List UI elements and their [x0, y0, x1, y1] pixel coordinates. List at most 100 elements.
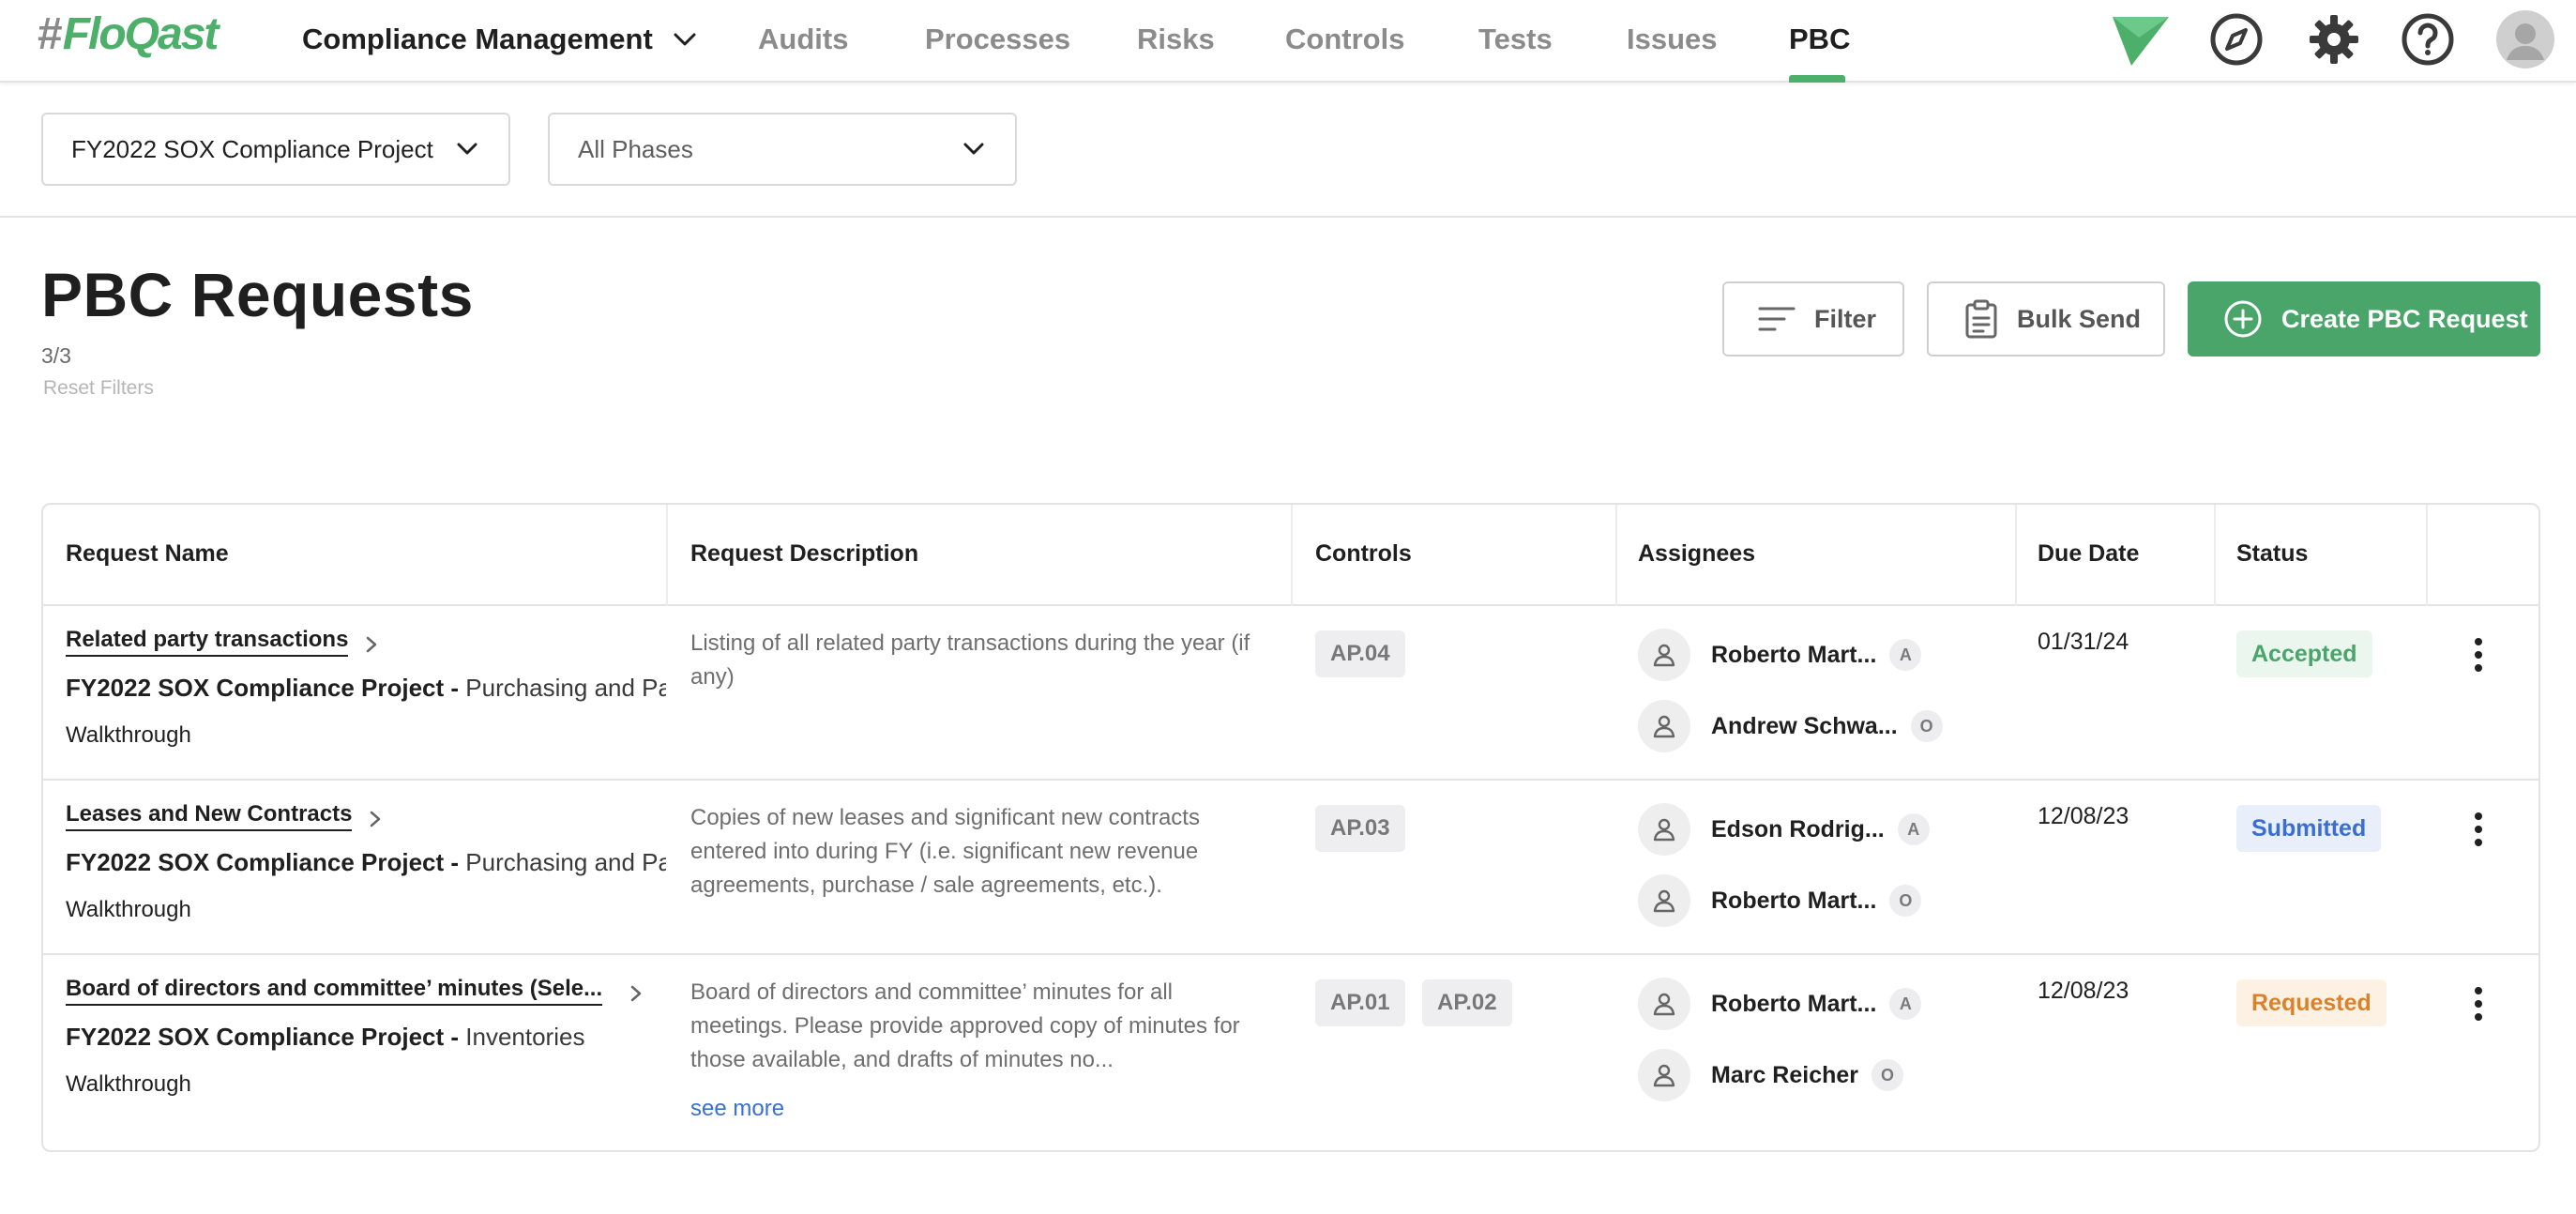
column-separator: [2015, 505, 2017, 606]
column-separator: [1291, 505, 1293, 606]
clipboard-icon: [1965, 299, 1997, 339]
chevron-down-icon: [963, 143, 984, 155]
filter-button[interactable]: Filter: [1722, 281, 1904, 357]
request-description: Copies of new leases and significant new…: [690, 805, 1200, 898]
assignee[interactable]: Roberto Mart... A: [1638, 629, 1922, 681]
chevron-right-icon[interactable]: [368, 809, 383, 829]
request-name-link[interactable]: Related party transactions: [66, 627, 349, 657]
request-process: Purchasing and Payables: [465, 848, 666, 876]
bulk-send-button-label: Bulk Send: [2017, 304, 2142, 333]
request-description: Board of directors and committee’ minute…: [690, 979, 1240, 1072]
assignee-name: Andrew Schwa...: [1711, 712, 1898, 739]
assignee-role-badge: O: [1889, 885, 1922, 917]
assignee[interactable]: Andrew Schwa... O: [1638, 700, 1943, 752]
see-more-link[interactable]: see more: [690, 1096, 784, 1122]
header-controls[interactable]: Controls: [1315, 540, 1412, 568]
chevron-down-icon: [457, 143, 477, 155]
assignee-name: Roberto Mart...: [1711, 887, 1877, 914]
filter-lines-icon: [1758, 307, 1796, 331]
assignee-role-badge: O: [1871, 1059, 1904, 1091]
create-pbc-request-label: Create PBC Request: [2281, 304, 2528, 333]
create-pbc-request-button[interactable]: Create PBC Request: [2188, 281, 2540, 357]
header-request-description[interactable]: Request Description: [690, 540, 918, 568]
due-date: 01/31/24: [2038, 629, 2129, 655]
header-status[interactable]: Status: [2236, 540, 2308, 568]
module-switcher[interactable]: Compliance Management: [302, 17, 653, 62]
more-vertical-icon[interactable]: [2469, 636, 2488, 674]
assignee-role-badge: O: [1910, 710, 1943, 742]
table-header: Request Name Request Description Control…: [43, 505, 2538, 606]
request-process: Inventories: [465, 1023, 585, 1051]
top-nav: # FloQast Compliance Management Audits P…: [0, 0, 2576, 83]
control-chip[interactable]: AP.03: [1315, 805, 1405, 852]
phase-select-value: All Phases: [578, 134, 693, 163]
due-date: 12/08/23: [2038, 803, 2129, 829]
person-icon: [1638, 803, 1690, 856]
table-row[interactable]: Related party transactions FY2022 SOX Co…: [43, 606, 2538, 781]
person-icon: [1638, 700, 1690, 752]
request-project-name: FY2022 SOX Compliance Project: [66, 1023, 445, 1051]
request-description: Listing of all related party transaction…: [690, 630, 1250, 690]
nav-tab-pbc[interactable]: PBC: [1789, 17, 1850, 62]
assignee-role-badge: A: [1897, 813, 1930, 845]
request-name-link[interactable]: Board of directors and committee’ minute…: [66, 976, 603, 1006]
request-phase: Walkthrough: [66, 722, 191, 748]
status-badge: Accepted: [2236, 630, 2372, 677]
control-chip[interactable]: AP.01: [1315, 979, 1405, 1026]
logo-text: FloQast: [62, 8, 220, 59]
phase-select[interactable]: All Phases: [548, 113, 1017, 186]
floqast-logo[interactable]: # FloQast: [38, 8, 220, 60]
nav-tab-audits[interactable]: Audits: [758, 17, 848, 62]
chevron-right-icon[interactable]: [364, 634, 379, 655]
assignee[interactable]: Roberto Mart... A: [1638, 978, 1922, 1030]
compass-icon[interactable]: [2206, 9, 2266, 69]
gear-icon[interactable]: [2304, 9, 2364, 69]
status-badge: Submitted: [2236, 805, 2382, 852]
request-project-name: FY2022 SOX Compliance Project: [66, 674, 445, 702]
person-icon: [1638, 629, 1690, 681]
request-phase: Walkthrough: [66, 1071, 191, 1097]
nav-tab-processes[interactable]: Processes: [925, 17, 1070, 62]
help-icon[interactable]: [2398, 9, 2458, 69]
nav-tab-tests[interactable]: Tests: [1478, 17, 1553, 62]
request-project-name: FY2022 SOX Compliance Project: [66, 848, 445, 876]
nav-tab-controls[interactable]: Controls: [1285, 17, 1404, 62]
column-separator: [2426, 505, 2428, 606]
bulk-send-button[interactable]: Bulk Send: [1927, 281, 2165, 357]
control-chip[interactable]: AP.02: [1422, 979, 1512, 1026]
person-icon: [1638, 978, 1690, 1030]
request-project: FY2022 SOX Compliance Project - Inventor…: [66, 1023, 585, 1051]
assignee-name: Edson Rodrig...: [1711, 815, 1885, 842]
page-title: PBC Requests: [41, 260, 474, 329]
chevron-right-icon[interactable]: [629, 983, 644, 1004]
header-assignees[interactable]: Assignees: [1638, 540, 1755, 568]
due-date: 12/08/23: [2038, 978, 2129, 1004]
assignee-role-badge: A: [1889, 988, 1922, 1020]
assignee-name: Roberto Mart...: [1711, 990, 1877, 1017]
assignee[interactable]: Edson Rodrig... A: [1638, 803, 1930, 856]
request-project: FY2022 SOX Compliance Project - Purchasi…: [66, 848, 666, 877]
header-request-name[interactable]: Request Name: [66, 540, 229, 568]
more-vertical-icon[interactable]: [2469, 985, 2488, 1023]
nav-tab-risks[interactable]: Risks: [1137, 17, 1215, 62]
request-project: FY2022 SOX Compliance Project - Purchasi…: [66, 674, 666, 703]
assignee[interactable]: Roberto Mart... O: [1638, 874, 1922, 927]
active-tab-indicator: [1789, 75, 1845, 83]
header-due-date[interactable]: Due Date: [2038, 540, 2139, 568]
project-select-value: FY2022 SOX Compliance Project: [71, 134, 433, 163]
user-avatar-icon[interactable]: [2495, 9, 2555, 69]
table-row[interactable]: Leases and New Contracts FY2022 SOX Comp…: [43, 781, 2538, 955]
nav-tab-issues[interactable]: Issues: [1627, 17, 1718, 62]
control-chip[interactable]: AP.04: [1315, 630, 1405, 677]
project-select[interactable]: FY2022 SOX Compliance Project: [41, 113, 510, 186]
assignee-role-badge: A: [1889, 639, 1922, 671]
table-row[interactable]: Board of directors and committee’ minute…: [43, 955, 2538, 1152]
assignee-name: Roberto Mart...: [1711, 641, 1877, 668]
reset-filters-link[interactable]: Reset Filters: [43, 377, 154, 400]
assignee[interactable]: Marc Reicher O: [1638, 1049, 1904, 1101]
chevron-down-icon[interactable]: [670, 28, 700, 51]
request-name-link[interactable]: Leases and New Contracts: [66, 801, 353, 831]
brand-mark-icon[interactable]: [2111, 9, 2171, 69]
request-process: Purchasing and Payables: [465, 674, 666, 702]
more-vertical-icon[interactable]: [2469, 811, 2488, 848]
